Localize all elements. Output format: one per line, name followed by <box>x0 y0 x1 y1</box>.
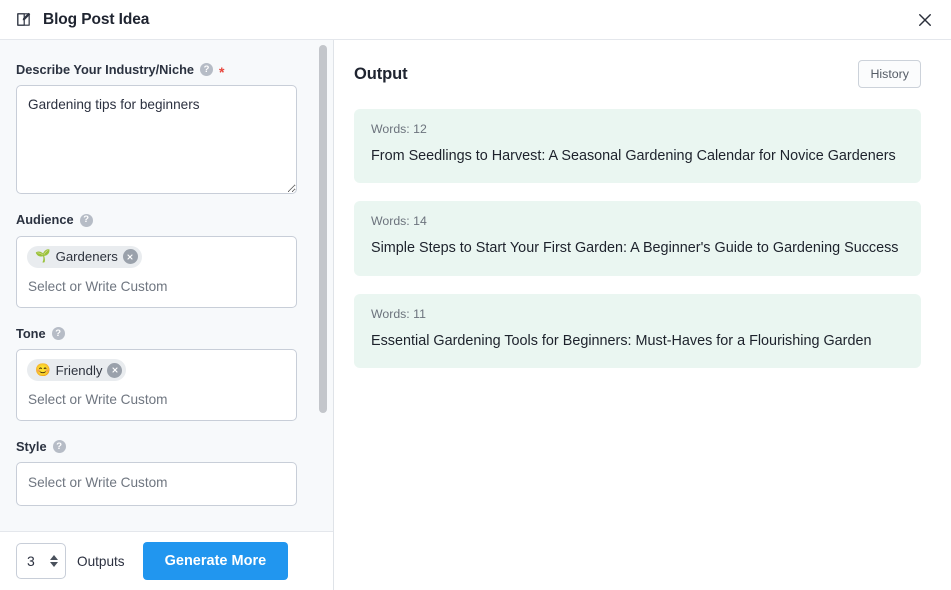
output-title: Output <box>354 64 408 83</box>
tag-chip[interactable]: 😊 Friendly <box>27 359 127 382</box>
edit-square-icon <box>14 11 32 29</box>
output-text: From Seedlings to Harvest: A Seasonal Ga… <box>371 148 896 164</box>
tag-remove-icon[interactable] <box>122 249 138 265</box>
word-count: Words: 11 <box>371 306 426 321</box>
audience-placeholder: Select or Write Custom <box>28 278 168 294</box>
tag-chip[interactable]: 🌱 Gardeners <box>27 245 142 268</box>
field-audience: Audience ? 🌱 Gardeners Select or Write C… <box>16 212 317 308</box>
audience-label-row: Audience ? <box>16 212 317 227</box>
sprout-icon: 🌱 <box>35 249 51 264</box>
field-niche: Describe Your Industry/Niche ? * <box>16 62 317 195</box>
niche-label: Describe Your Industry/Niche <box>16 62 195 77</box>
dialog-footer: Outputs Generate More <box>0 531 333 590</box>
niche-label-row: Describe Your Industry/Niche ? * <box>16 62 317 80</box>
audience-tag-list: 🌱 Gardeners <box>27 245 286 268</box>
output-panel: Output History Words: 12 From Seedlings … <box>334 40 951 590</box>
dialog-titlebar: Blog Post Idea <box>0 0 951 40</box>
stepper-down-icon[interactable] <box>50 562 58 567</box>
word-count: Words: 14 <box>371 214 427 229</box>
tag-label: Gardeners <box>55 249 118 265</box>
output-header: Output History <box>354 60 921 88</box>
tone-label: Tone <box>16 325 46 341</box>
output-card[interactable]: Words: 14 Simple Steps to Start Your Fir… <box>354 201 921 276</box>
help-icon[interactable]: ? <box>51 326 65 340</box>
style-label: Style <box>16 439 47 455</box>
outputs-count-stepper[interactable] <box>16 543 66 579</box>
style-tag-input[interactable]: Select or Write Custom <box>16 462 297 507</box>
history-button[interactable]: History <box>858 60 921 88</box>
audience-tag-input[interactable]: 🌱 Gardeners Select or Write Custom <box>16 235 297 308</box>
tone-label-row: Tone ? <box>16 326 317 341</box>
help-icon[interactable]: ? <box>200 63 214 77</box>
tone-tag-input[interactable]: 😊 Friendly Select or Write Custom <box>16 349 297 422</box>
audience-label: Audience <box>16 212 74 228</box>
outputs-label: Outputs <box>77 553 125 569</box>
outputs-count-input[interactable] <box>17 553 50 569</box>
smiling-face-icon: 😊 <box>35 362 51 377</box>
close-icon[interactable] <box>911 6 939 34</box>
tag-label: Friendly <box>55 362 103 378</box>
niche-textarea[interactable] <box>16 85 297 195</box>
style-placeholder: Select or Write Custom <box>28 475 168 491</box>
dialog-body: Describe Your Industry/Niche ? * Audienc… <box>0 40 951 590</box>
blog-post-idea-dialog: Blog Post Idea Describe Your Industry/Ni… <box>0 0 951 590</box>
stepper-arrows-icon[interactable] <box>50 555 65 567</box>
tone-tag-list: 😊 Friendly <box>27 359 286 382</box>
output-text: Simple Steps to Start Your First Garden:… <box>371 240 899 257</box>
output-card[interactable]: Words: 11 Essential Gardening Tools for … <box>354 293 921 369</box>
style-label-row: Style ? <box>16 439 317 454</box>
form-scrollbar[interactable] <box>319 40 327 531</box>
form-scrollbar-thumb[interactable] <box>319 45 327 413</box>
help-icon[interactable]: ? <box>52 440 66 454</box>
form-panel: Describe Your Industry/Niche ? * Audienc… <box>0 40 334 590</box>
word-count: Words: 12 <box>371 122 427 136</box>
field-style: Style ? Select or Write Custom <box>16 439 317 507</box>
form-scroll-area: Describe Your Industry/Niche ? * Audienc… <box>0 40 333 531</box>
tone-placeholder: Select or Write Custom <box>28 392 168 408</box>
required-asterisk: * <box>219 63 225 80</box>
tag-remove-icon[interactable] <box>107 362 123 378</box>
generate-more-button[interactable]: Generate More <box>142 542 289 580</box>
stepper-up-icon[interactable] <box>50 555 58 560</box>
dialog-title: Blog Post Idea <box>43 10 150 28</box>
help-icon[interactable]: ? <box>79 213 93 227</box>
output-text: Essential Gardening Tools for Beginners:… <box>371 332 872 349</box>
output-card[interactable]: Words: 12 From Seedlings to Harvest: A S… <box>354 109 921 184</box>
field-tone: Tone ? 😊 Friendly Select or Write Custom <box>16 326 317 422</box>
